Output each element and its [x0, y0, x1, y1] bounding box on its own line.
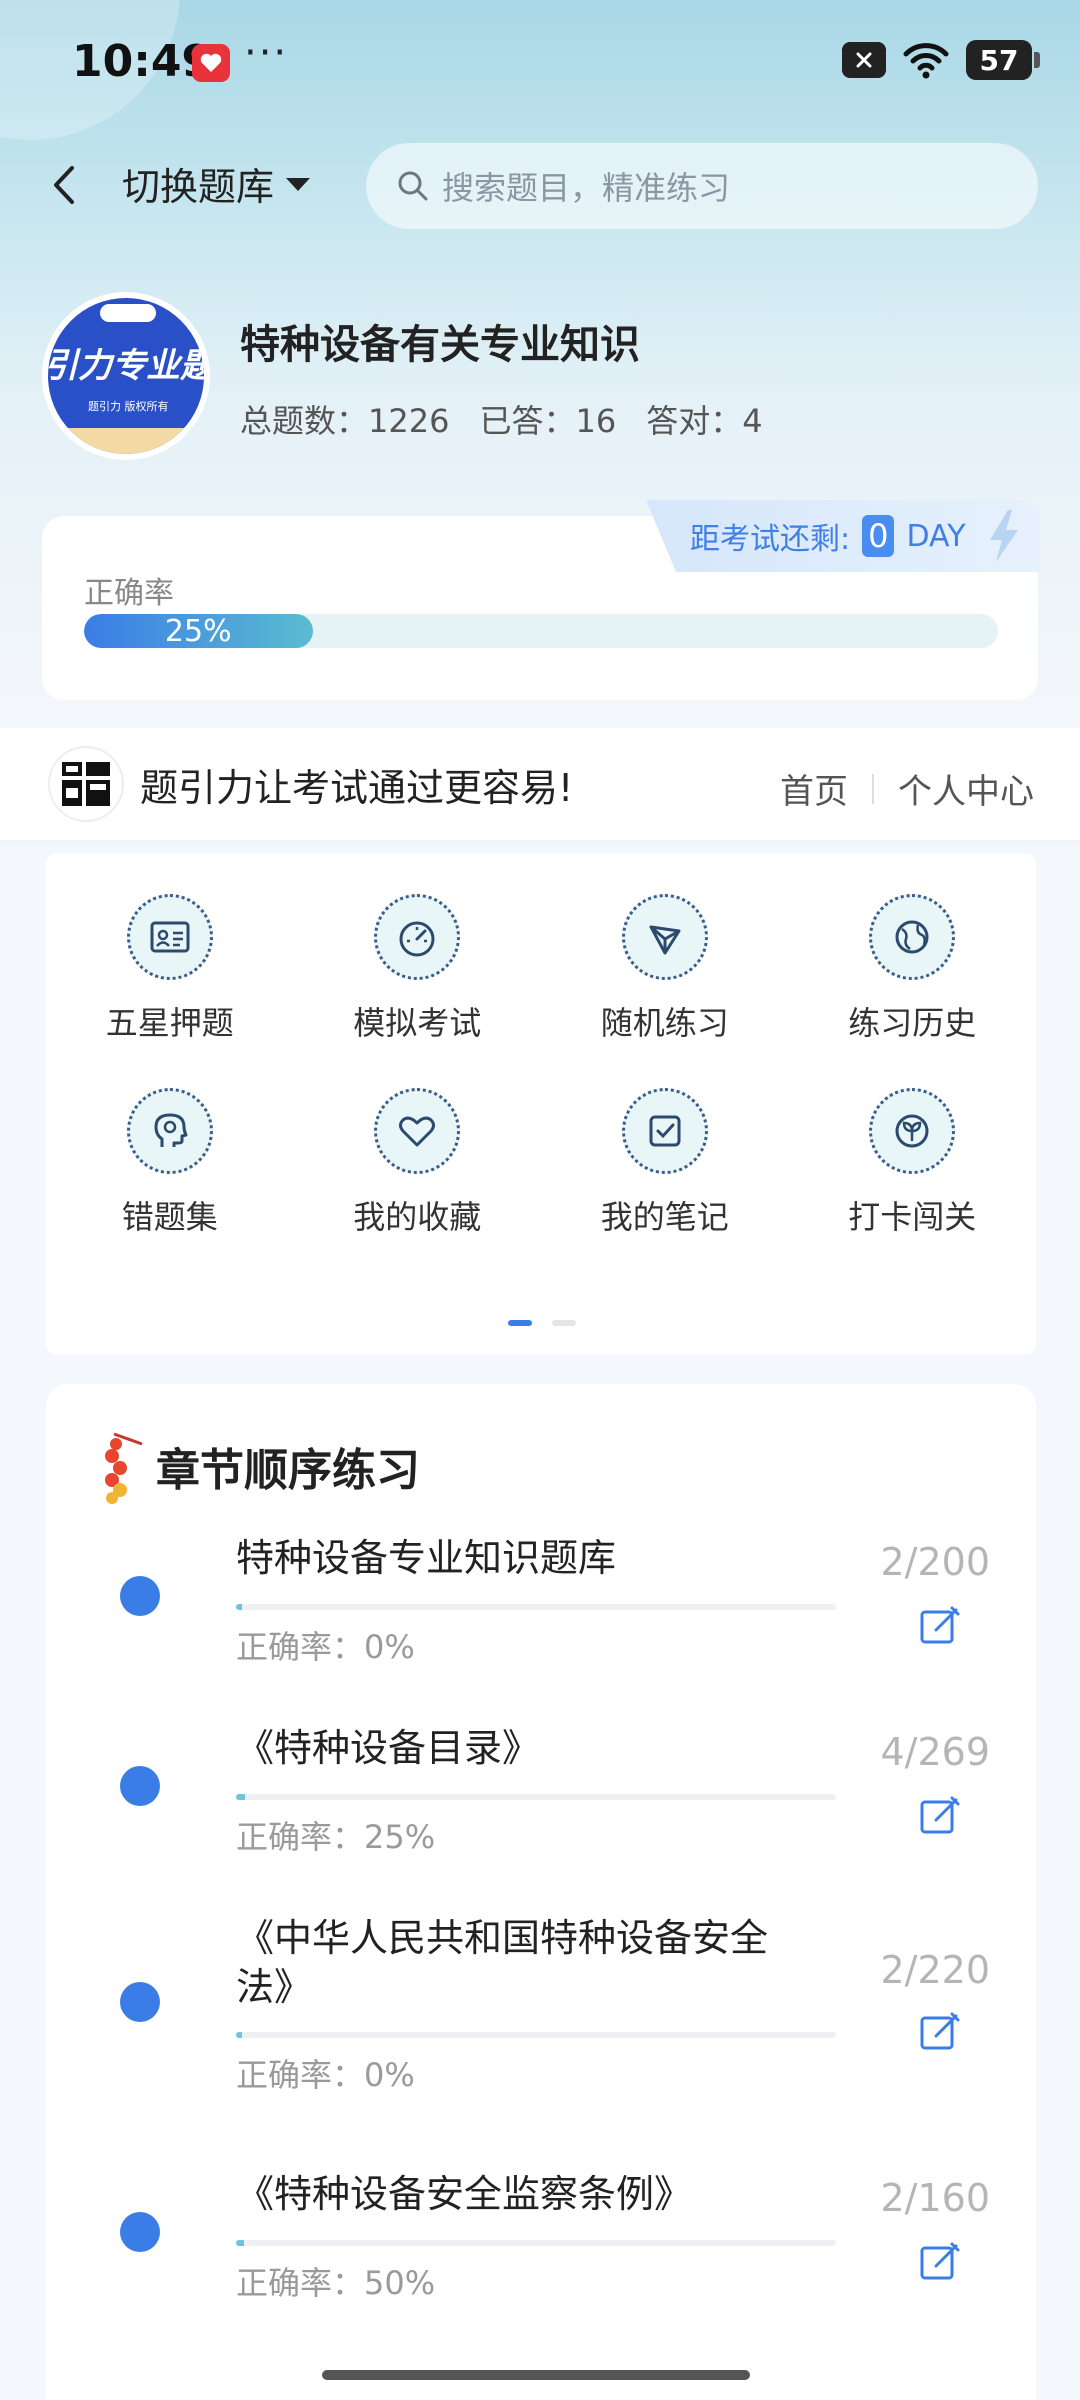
- wifi-icon: [903, 43, 949, 79]
- more-notifications-icon: ···: [244, 30, 289, 76]
- leaf-icon: [869, 1088, 956, 1174]
- back-button[interactable]: [44, 160, 84, 210]
- correct-stat: 答对：4: [646, 402, 763, 440]
- countdown-label: 距考试还剩:: [690, 522, 851, 557]
- chapter-progress-bar: [236, 2240, 836, 2246]
- chapter-accuracy: 正确率：0%: [236, 2056, 415, 2094]
- page-indicator: [508, 1320, 576, 1326]
- chapter-item[interactable]: 《中华人民共和国特种设备安全法》 正确率：0% 2/220: [46, 1914, 1036, 2154]
- chapter-dot: [120, 1982, 160, 2022]
- chapter-progress-bar: [236, 1794, 836, 1800]
- chapter-accuracy: 正确率：50%: [236, 2264, 436, 2302]
- battery-indicator: 57: [966, 40, 1040, 80]
- edit-icon[interactable]: [918, 1794, 962, 1838]
- chapter-progress-fill: [236, 1604, 242, 1610]
- question-bank-title: 特种设备有关专业知识: [240, 322, 640, 368]
- answered-stat: 已答：16: [479, 402, 617, 440]
- check-note-icon: [621, 1088, 708, 1174]
- chapter-name: 《特种设备目录》: [236, 1726, 541, 1770]
- slogan-bar: 题引力让考试通过更容易! 首页 个人中心: [0, 728, 1080, 840]
- feature-my-favorites[interactable]: 我的收藏: [294, 1088, 542, 1238]
- slogan-text: 题引力让考试通过更容易!: [140, 765, 574, 810]
- feature-grid: 五星押题 模拟考试 随机练习 练习历史 错题集 我的收藏 我的笔记 打卡闯关: [46, 894, 1036, 1238]
- caret-down-icon: [286, 177, 311, 191]
- feature-grid-card: 五星押题 模拟考试 随机练习 练习历史 错题集 我的收藏 我的笔记 打卡闯关: [46, 854, 1036, 1354]
- edit-icon[interactable]: [918, 2240, 962, 2284]
- heart-icon: [374, 1088, 461, 1174]
- countdown-unit: DAY: [906, 518, 966, 554]
- accuracy-label: 正确率: [84, 576, 174, 611]
- chapter-count: 2/200: [880, 1540, 990, 1584]
- feature-mock-exam[interactable]: 模拟考试: [294, 894, 542, 1044]
- chapter-practice-card: 章节顺序练习 特种设备专业知识题库 正确率：0% 2/200 《特种设备目录》 …: [46, 1384, 1036, 2400]
- tiyinli-logo: [48, 746, 124, 822]
- chapter-count: 4/269: [880, 1730, 990, 1774]
- accuracy-percent: 25%: [164, 614, 232, 648]
- chevron-left-icon: [54, 166, 74, 204]
- chapter-progress-bar: [236, 2032, 836, 2038]
- status-bar: 10:49 ··· 57: [0, 0, 1080, 130]
- chapter-progress-fill: [236, 2032, 242, 2038]
- chapter-item[interactable]: 《特种设备目录》 正确率：25% 4/269: [46, 1724, 1036, 1914]
- status-icons: 57: [842, 40, 1040, 80]
- chapter-progress-fill: [236, 1794, 245, 1800]
- feature-checkin-challenge[interactable]: 打卡闯关: [789, 1088, 1037, 1238]
- network-icon: [621, 894, 708, 980]
- head-icon: [126, 1088, 213, 1174]
- chapter-item[interactable]: 《特种设备安全监察条例》 正确率：50% 2/160: [46, 2170, 1036, 2360]
- feature-wrong-questions[interactable]: 错题集: [46, 1088, 294, 1238]
- chapter-progress-bar: [236, 1604, 836, 1610]
- app-notification-icon: [192, 44, 230, 82]
- chapter-count: 2/220: [880, 1948, 990, 1992]
- chapter-item[interactable]: 特种设备专业知识题库 正确率：0% 2/200: [46, 1534, 1036, 1724]
- chapter-section-title: 章节顺序练习: [156, 1445, 420, 1496]
- logo-text: 引力专业题: [48, 346, 204, 386]
- switch-bank-label: 切换题库: [122, 165, 275, 209]
- no-sim-icon: [842, 42, 886, 78]
- chapter-name: 《中华人民共和国特种设备安全法》: [236, 1916, 769, 2010]
- slogan-nav: 首页 个人中心: [780, 764, 1034, 813]
- feature-practice-history[interactable]: 练习历史: [789, 894, 1037, 1044]
- page-dot-active: [508, 1320, 532, 1326]
- total-questions-stat: 总题数：1226: [240, 402, 450, 440]
- chapter-accuracy: 正确率：25%: [236, 1818, 436, 1856]
- page-dot: [552, 1320, 576, 1326]
- exam-countdown-badge: 距考试还剩: 0 DAY: [646, 500, 1040, 572]
- edit-icon[interactable]: [918, 1604, 962, 1648]
- accuracy-progress-bar: 25%: [84, 614, 998, 648]
- firecracker-icon: [105, 1432, 143, 1504]
- personal-center-link[interactable]: 个人中心: [898, 764, 1034, 813]
- globe-icon: [869, 894, 956, 980]
- id-card-icon: [126, 894, 213, 980]
- lightning-icon: [989, 510, 1018, 562]
- question-bank-stats: 总题数：1226 已答：16 答对：4: [240, 396, 763, 442]
- logo-copyright-text: 题引力 版权所有: [88, 400, 169, 413]
- chapter-name: 特种设备专业知识题库: [236, 1536, 617, 1580]
- app-screen: 10:49 ··· 57 切换题库 搜索题目，精准练习 引力专业题 题引力 版权…: [0, 0, 1080, 2400]
- countdown-value: 0: [862, 514, 895, 558]
- home-link[interactable]: 首页: [780, 764, 848, 813]
- accuracy-card: 距考试还剩: 0 DAY 正确率 25%: [42, 500, 1040, 700]
- feature-my-notes[interactable]: 我的笔记: [541, 1088, 789, 1238]
- accuracy-progress-fill: 25%: [84, 614, 313, 648]
- feature-five-star-questions[interactable]: 五星押题: [46, 894, 294, 1044]
- search-input[interactable]: 搜索题目，精准练习: [366, 143, 1038, 229]
- question-bank-logo: 引力专业题 题引力 版权所有: [42, 292, 210, 460]
- feature-random-practice[interactable]: 随机练习: [541, 894, 789, 1044]
- switch-question-bank-dropdown[interactable]: 切换题库: [122, 156, 312, 211]
- chapter-count: 2/160: [880, 2176, 990, 2220]
- search-icon: [398, 171, 428, 201]
- chapter-dot: [120, 2212, 160, 2252]
- divider: [872, 773, 874, 804]
- chapter-header: 章节顺序练习: [94, 1424, 420, 1508]
- search-placeholder: 搜索题目，精准练习: [442, 169, 731, 207]
- chapter-name: 《特种设备安全监察条例》: [236, 2172, 693, 2216]
- chapter-accuracy: 正确率：0%: [236, 1628, 415, 1666]
- edit-icon[interactable]: [918, 2010, 962, 2054]
- chapter-progress-fill: [236, 2240, 244, 2246]
- speedometer-icon: [374, 894, 461, 980]
- home-indicator[interactable]: [322, 2370, 750, 2380]
- chapter-dot: [120, 1576, 160, 1616]
- chapter-dot: [120, 1766, 160, 1806]
